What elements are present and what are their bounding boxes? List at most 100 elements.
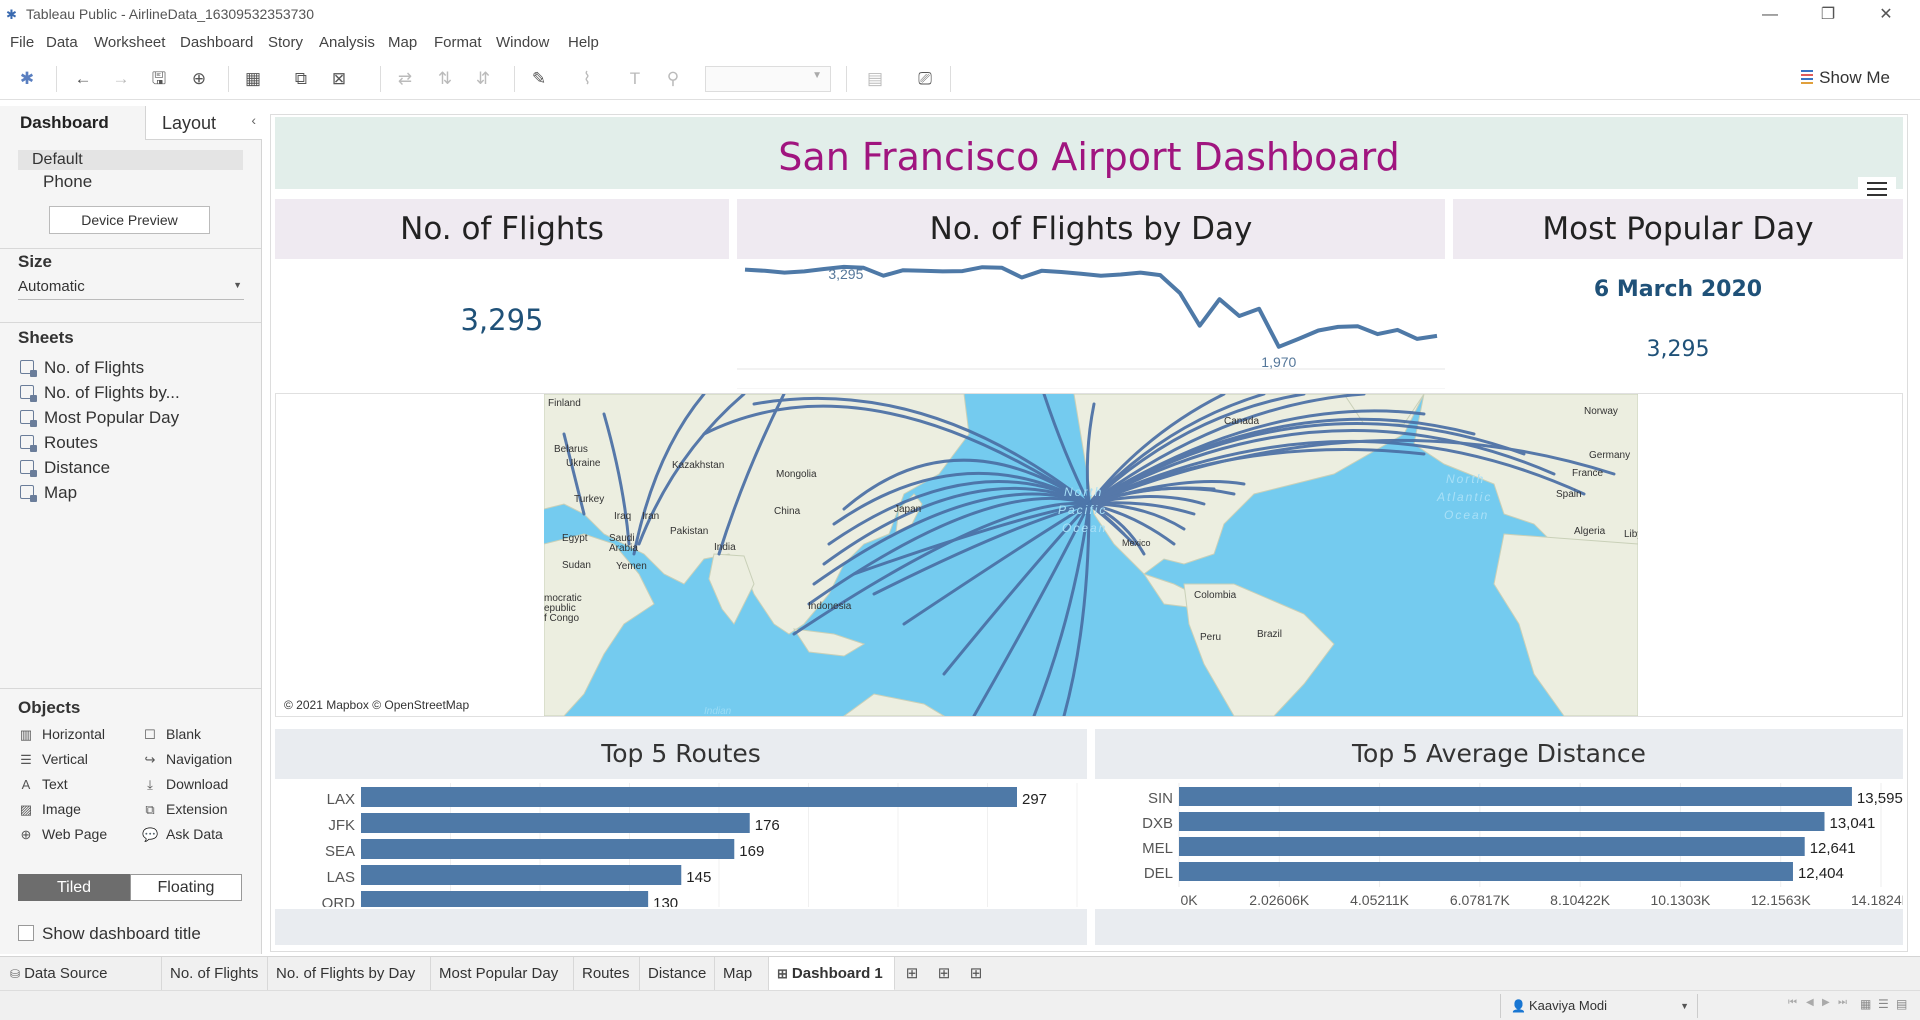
object-label: Navigation (166, 751, 233, 767)
object-image[interactable]: ▨ Image (18, 801, 81, 818)
menu-dashboard[interactable]: Dashboard (180, 34, 253, 51)
new-story-tab-icon[interactable]: ⊞ (964, 963, 988, 985)
object-blank[interactable]: ☐ Blank (142, 726, 201, 743)
menu-file[interactable]: File (10, 34, 34, 51)
object-download[interactable]: ⤓ Download (142, 776, 228, 793)
object-vertical[interactable]: ☰ Vertical (18, 751, 88, 768)
bar[interactable] (361, 865, 682, 885)
swap-icon[interactable]: ⇄ (394, 68, 416, 90)
show-title-checkbox[interactable]: Show dashboard title (18, 924, 201, 944)
menu-help[interactable]: Help (568, 34, 599, 51)
map-label: Indian (704, 706, 732, 716)
new-dashboard-tab-icon[interactable]: ⊞ (932, 963, 956, 985)
menu-window[interactable]: Window (496, 34, 549, 51)
tableau-start-icon[interactable]: ✱ (16, 68, 38, 90)
device-phone[interactable]: Phone (43, 172, 92, 192)
bar[interactable] (361, 891, 649, 907)
redo-icon[interactable]: → (110, 68, 132, 90)
presentation-mode-icon[interactable]: ⎚ (914, 68, 936, 90)
tab-dashboard[interactable]: Dashboard (0, 106, 145, 140)
list-view-icon[interactable]: ☰ (1878, 997, 1889, 1011)
new-worksheet-icon[interactable]: ▦ (242, 68, 264, 90)
last-page-icon[interactable]: ⏭ (1838, 997, 1847, 1008)
object-navigation[interactable]: ↪ Navigation (142, 751, 233, 768)
first-page-icon[interactable]: ⏮ (1788, 997, 1797, 1008)
restore-icon[interactable]: ❐ (1808, 3, 1848, 27)
attach-icon[interactable]: ⌇ (576, 68, 598, 90)
sheet-tab[interactable]: Map (715, 957, 769, 991)
device-preview-button[interactable]: Device Preview (49, 206, 210, 234)
sort-descending-icon[interactable]: ⇵ (472, 68, 494, 90)
menu-icon-line (1867, 182, 1887, 184)
save-icon[interactable]: 🖫 (148, 68, 170, 90)
menu-data[interactable]: Data (46, 34, 78, 51)
device-default[interactable]: Default (18, 150, 243, 170)
menu-format[interactable]: Format (434, 34, 482, 51)
menu-worksheet[interactable]: Worksheet (94, 34, 165, 51)
bar[interactable] (1179, 812, 1825, 831)
bar[interactable] (1179, 787, 1852, 806)
close-icon[interactable]: ✕ (1866, 3, 1906, 27)
sheet-item[interactable]: Distance (20, 458, 110, 480)
distance-header: Top 5 Average Distance (1095, 729, 1903, 779)
menu-story[interactable]: Story (268, 34, 303, 51)
sheet-tab[interactable]: No. of Flights (162, 957, 268, 991)
collapse-panel-icon[interactable]: ‹ (251, 112, 256, 128)
show-cards-icon[interactable]: ▤ (864, 68, 886, 90)
minimize-icon[interactable]: — (1750, 3, 1790, 27)
bar[interactable] (361, 839, 735, 859)
map-label: Egypt (562, 533, 588, 544)
menu-analysis[interactable]: Analysis (319, 34, 375, 51)
sheet-tab[interactable]: No. of Flights by Day (268, 957, 431, 991)
data-source-tab[interactable]: ⛁ Data Source (0, 957, 162, 991)
highlight-icon[interactable]: ✎ (528, 68, 550, 90)
text-icon: A (21, 777, 31, 792)
bar[interactable] (1179, 837, 1805, 856)
sheet-tab[interactable]: Distance (640, 957, 715, 991)
filmstrip-view-icon[interactable]: ▤ (1896, 997, 1907, 1011)
pin-icon[interactable]: ⚲ (662, 68, 684, 90)
object-text[interactable]: A Text (18, 776, 68, 792)
text-label-icon[interactable]: T (624, 68, 646, 90)
sheet-item[interactable]: No. of Flights (20, 358, 144, 380)
sheet-item[interactable]: Routes (20, 433, 98, 455)
sheet-tab[interactable]: Routes (574, 957, 640, 991)
sheet-item[interactable]: Map (20, 483, 77, 505)
new-data-source-icon[interactable]: ⊕ (188, 68, 210, 90)
object-extension[interactable]: ⧉ Extension (142, 801, 227, 818)
next-page-icon[interactable]: ▶ (1822, 997, 1830, 1008)
previous-page-icon[interactable]: ◀ (1806, 997, 1814, 1008)
tab-layout[interactable]: Layout (145, 106, 262, 140)
dashboard-title: San Francisco Airport Dashboard (778, 135, 1400, 179)
chevron-down-icon: ▼ (812, 70, 822, 81)
object-web-page[interactable]: ⊕ Web Page (18, 826, 108, 843)
floating-button[interactable]: Floating (130, 874, 242, 901)
undo-icon[interactable]: ← (72, 68, 94, 90)
sheet-item[interactable]: No. of Flights by... (20, 383, 180, 405)
sheet-item[interactable]: Most Popular Day (20, 408, 179, 430)
sheet-tab[interactable]: Most Popular Day (431, 957, 574, 991)
bar[interactable] (1179, 862, 1793, 881)
sort-ascending-icon[interactable]: ⇅ (434, 68, 456, 90)
user-menu[interactable]: 👤 Kaaviya Modi ▼ (1500, 994, 1698, 1018)
bar[interactable] (361, 813, 750, 833)
category-label: SIN (1148, 790, 1173, 807)
duplicate-sheet-icon[interactable]: ⧉ (290, 68, 312, 90)
clear-sheet-icon[interactable]: ⊠ (328, 68, 350, 90)
object-label: Web Page (42, 826, 108, 842)
object-label: Text (42, 776, 68, 792)
menu-map[interactable]: Map (388, 34, 417, 51)
object-ask-data[interactable]: 💬 Ask Data (142, 826, 223, 843)
menu-icon[interactable] (1858, 177, 1896, 201)
routes-map[interactable]: Finland Belarus Ukraine Turkey Iraq Iran… (275, 393, 1903, 717)
toolbar-divider (514, 66, 515, 92)
dashboard-tab-active[interactable]: ⊞ Dashboard 1 (769, 957, 895, 991)
fit-dropdown[interactable]: ▼ (705, 66, 831, 92)
grid-view-icon[interactable]: ▦ (1860, 997, 1871, 1011)
object-horizontal[interactable]: ▥ Horizontal (18, 726, 105, 743)
new-worksheet-tab-icon[interactable]: ⊞ (900, 963, 924, 985)
show-me-button[interactable]: Show Me (1801, 68, 1890, 88)
tiled-button[interactable]: Tiled (18, 874, 130, 901)
bar[interactable] (361, 787, 1017, 807)
size-dropdown[interactable]: Automatic ▼ (18, 278, 244, 300)
